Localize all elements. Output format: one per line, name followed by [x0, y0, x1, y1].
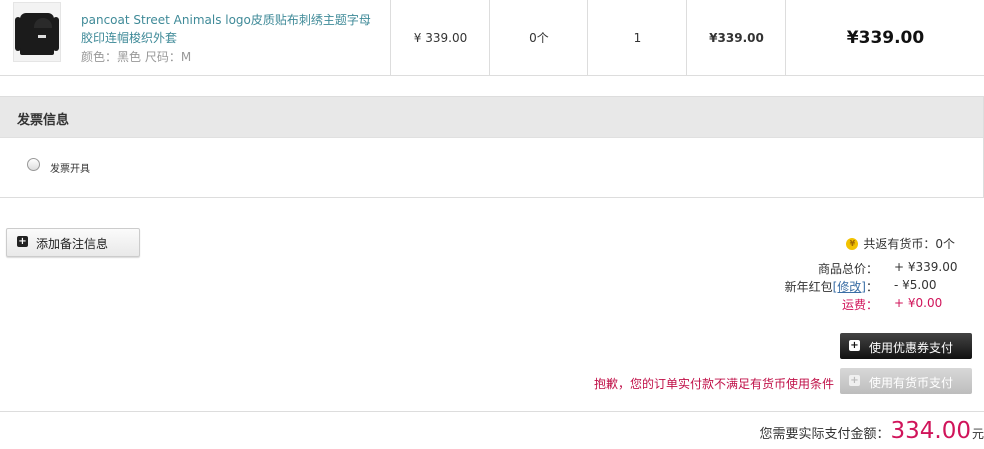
red-packet-value: - ¥5.00	[894, 278, 937, 292]
subtotal-cell: ¥339.00	[686, 0, 786, 75]
coins-cell: 0个	[489, 0, 588, 75]
red-packet-modify-link[interactable]: [修改]	[833, 280, 866, 294]
goods-total-label: 商品总价：	[817, 262, 878, 276]
red-packet-label-group: 新年红包[修改]：	[785, 278, 878, 295]
shipping-label: 运费：	[841, 298, 878, 312]
divider	[0, 411, 984, 412]
coin-icon: ¥	[846, 237, 859, 250]
quantity: 1	[633, 30, 642, 45]
coin-return-text: 共返有货币：0个	[863, 237, 955, 251]
invoice-header	[0, 97, 983, 138]
coin-warning-text: 抱歉，您的订单实付款不满足有货币使用条件	[593, 377, 834, 391]
use-coins-button[interactable]: + 使用有货币支付	[840, 368, 972, 394]
quantity-cell: 1	[587, 0, 687, 75]
invoice-option-label[interactable]: 发票开具	[50, 160, 90, 175]
plus-icon: +	[849, 340, 860, 351]
unit-price: ¥ 339.00	[413, 30, 468, 45]
invoice-section: 发票信息 发票开具	[0, 96, 984, 198]
red-packet-colon: ：	[865, 280, 878, 294]
payable-amount: 334.00	[890, 418, 971, 444]
product-row: pancoat Street Animals logo皮质贴布刺绣主题字母胶印连…	[0, 0, 984, 76]
use-coupon-button[interactable]: + 使用优惠券支付	[840, 333, 972, 359]
red-packet-label: 新年红包	[784, 280, 833, 294]
payable-label: 您需要实际支付金额：	[759, 427, 890, 442]
invoice-title: 发票信息	[17, 113, 70, 128]
shipping-value: + ¥0.00	[894, 296, 943, 310]
jacket-image	[15, 13, 59, 55]
goods-total-value: + ¥339.00	[894, 260, 958, 274]
total-cell: ¥339.00	[785, 0, 984, 75]
subtotal: ¥339.00	[709, 30, 764, 45]
coin-return-row: ¥ 共返有货币：0个	[846, 235, 955, 252]
product-name-link[interactable]: pancoat Street Animals logo皮质贴布刺绣主题字母胶印连…	[81, 11, 381, 47]
add-memo-button[interactable]: + 添加备注信息	[6, 228, 140, 257]
unit-price-cell: ¥ 339.00	[390, 0, 490, 75]
product-thumbnail[interactable]	[13, 2, 61, 62]
product-attributes: 颜色：黑色 尺码：M	[81, 50, 192, 64]
invoice-radio[interactable]	[27, 158, 40, 171]
payable-total: 您需要实际支付金额： 334.00 元	[759, 418, 984, 444]
use-coins-label: 使用有货币支付	[869, 376, 954, 390]
use-coupon-label: 使用优惠券支付	[869, 341, 954, 355]
coins-count: 0个	[529, 31, 549, 45]
add-memo-label: 添加备注信息	[36, 237, 109, 251]
payable-unit: 元	[971, 427, 984, 441]
row-total: ¥339.00	[846, 27, 925, 48]
plus-icon: +	[17, 236, 28, 247]
plus-icon: +	[849, 375, 860, 386]
